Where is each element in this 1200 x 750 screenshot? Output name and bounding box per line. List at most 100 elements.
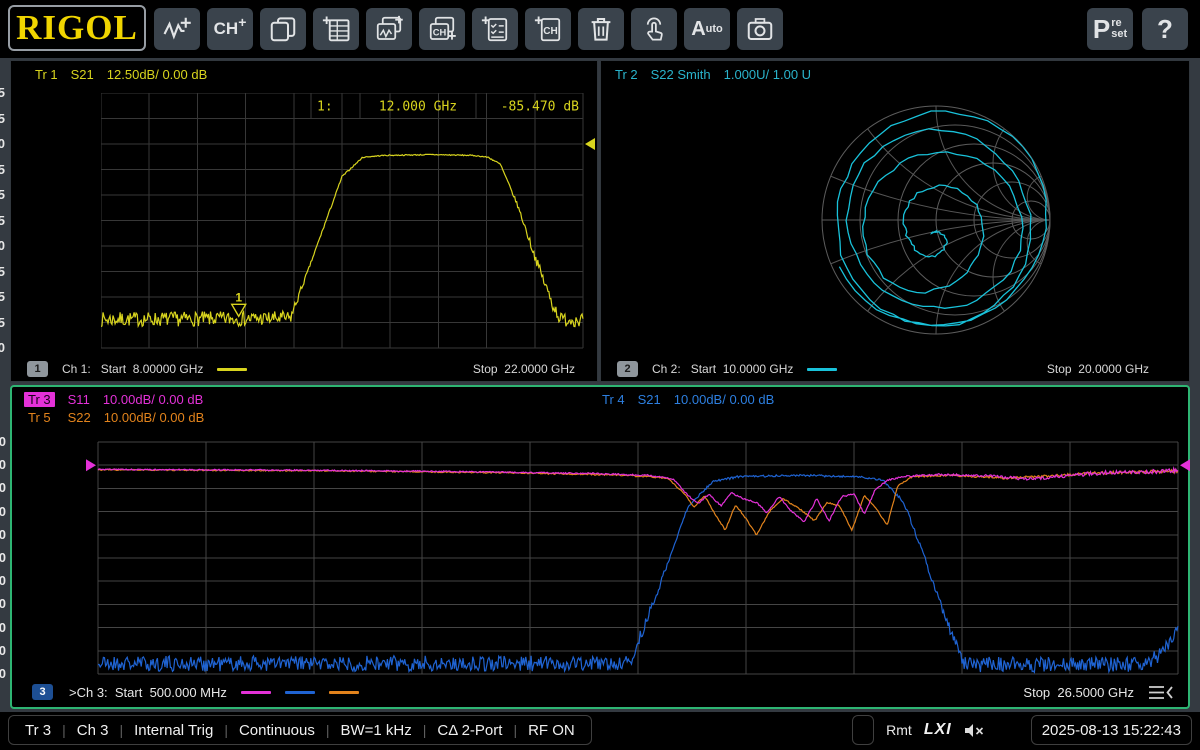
ch2-smith-plot[interactable] [816, 100, 1056, 340]
toolbar-right-group: P re set ? [1087, 8, 1188, 50]
svg-text:1:: 1: [317, 100, 333, 115]
add-channel-icon: CH + [213, 14, 247, 38]
y-axis-label: -20 [0, 503, 6, 519]
trace5-color-swatch [328, 690, 359, 694]
y-axis-label: -62.5 [0, 263, 5, 279]
add-channel-button[interactable]: CH + [207, 8, 253, 50]
status-separator: | [119, 722, 124, 738]
status-item: RF ON [528, 721, 575, 739]
toolbar-button-group: CH + CH CH Auto [154, 8, 783, 50]
status-left-box: Tr 3 | Ch 3 | Internal Trig | Continuous | BW=1 … [8, 715, 592, 745]
add-trace-window-button[interactable] [366, 8, 412, 50]
svg-text:12.000 GHz: 12.000 GHz [379, 100, 457, 115]
checklist-plus-icon [480, 14, 510, 44]
y-axis-label: -87.5 [0, 314, 5, 330]
trace3-color-swatch [240, 690, 271, 694]
trace3-label[interactable]: Tr 3 S11 10.00dB/ 0.00 dB [24, 392, 203, 407]
ch2-start: Start 10.0000 GHz [690, 362, 794, 376]
status-item: Continuous [238, 721, 315, 739]
y-axis-label: -100 [0, 340, 5, 355]
ch1-stop: Stop 22.0000 GHz [472, 362, 575, 376]
preset-button[interactable]: P re set [1087, 8, 1133, 50]
trace-window-plus-icon [374, 14, 404, 44]
trash-icon [586, 14, 616, 44]
rigol-logo: RIGOL [8, 5, 146, 51]
delete-button[interactable] [578, 8, 624, 50]
touch-icon [639, 14, 669, 44]
add-channel-window-button[interactable]: CH [419, 8, 465, 50]
screenshot-button[interactable] [737, 8, 783, 50]
windows-icon [268, 14, 298, 44]
ch1-badge[interactable]: 1 [27, 361, 48, 377]
ch2-footer: 2 Ch 2: Start 10.0000 GHz Stop 20.0000 G… [617, 361, 1149, 377]
y-axis-label: -12.5 [0, 161, 5, 177]
status-item: Ch 3 [76, 721, 109, 739]
status-separator: | [513, 722, 518, 738]
y-axis-label: 0 [0, 136, 5, 151]
auto-scale-button[interactable]: Auto [684, 8, 730, 50]
y-axis-label: -75 [0, 289, 5, 304]
y-axis-label: -10 [0, 480, 6, 496]
y-axis-label: -50 [0, 238, 5, 253]
save-channel-button[interactable]: CH [525, 8, 571, 50]
channel-window-plus-icon: CH [427, 14, 457, 44]
ch2-stop: Stop 20.0000 GHz [1046, 362, 1149, 376]
status-item: Tr 3 [25, 721, 52, 739]
trace5-label[interactable]: Tr 5 S22 10.00dB/ 0.00 dB [24, 410, 204, 425]
y-axis-label: -30 [0, 526, 6, 542]
table-plus-icon [321, 14, 351, 44]
status-separator: | [325, 722, 330, 738]
status-separator: | [224, 722, 228, 738]
status-item: Internal Trig [134, 721, 214, 739]
add-trace-icon [162, 14, 192, 44]
y-axis-label: 10 [0, 434, 6, 449]
trace2-color-swatch [807, 367, 838, 371]
channel3-window[interactable]: Tr 3 S11 10.00dB/ 0.00 dB Tr 4 S21 10.00dB/ … [0, 385, 1193, 709]
menu-icon[interactable] [1148, 685, 1174, 700]
channel-doc-plus-icon: CH [533, 14, 563, 44]
ch3-footer: 3 >Ch 3: Start 500.000 MHz Stop 26.5000 … [32, 684, 1174, 700]
trace1-color-swatch [217, 367, 248, 371]
y-axis-label: 12.5 [0, 110, 5, 126]
y-axis-label: -50 [0, 573, 6, 589]
y-axis-label: -70 [0, 619, 6, 635]
camera-icon [745, 14, 775, 44]
window-layout-button[interactable] [260, 8, 306, 50]
ch3-plot[interactable] [83, 440, 1193, 678]
y-axis-label: 0 [0, 457, 6, 473]
status-right-group: Rmt LXI 2025-08-13 15:22:43 [852, 715, 1192, 745]
trace4-label[interactable]: Tr 4 S21 10.00dB/ 0.00 dB [602, 392, 774, 407]
trace2-label[interactable]: Tr 2 S22 Smith 1.000U/ 1.00 U [615, 67, 811, 82]
y-axis-label: -90 [0, 666, 6, 681]
status-item: BW=1 kHz [340, 721, 412, 739]
y-axis-label: -40 [0, 550, 6, 565]
ch1-start: Start 8.00000 GHz [100, 362, 204, 376]
mute-icon[interactable] [964, 722, 985, 739]
ch3-badge[interactable]: 3 [32, 684, 53, 700]
ch2-badge[interactable]: 2 [617, 361, 638, 377]
y-axis-label: -25 [0, 187, 5, 202]
ch3-start: >Ch 3: Start 500.000 MHz [69, 684, 227, 700]
y-axis-label: 25 [0, 85, 5, 100]
svg-text:CH: CH [543, 26, 557, 37]
channel2-window[interactable]: Tr 2 S22 Smith 1.000U/ 1.00 U 2 Ch 2: Star… [600, 60, 1190, 382]
lxi-logo: LXI [923, 721, 952, 738]
status-item: CΔ 2-Port [437, 721, 503, 739]
remote-indicator: Rmt [886, 722, 912, 738]
status-bar: Tr 3 | Ch 3 | Internal Trig | Continuous | BW=1 … [0, 712, 1200, 750]
help-button[interactable]: ? [1142, 8, 1188, 50]
y-axis-label: -60 [0, 596, 6, 612]
channel-table-button[interactable] [313, 8, 359, 50]
ch1-plot[interactable]: 1: 12.000 GHz -85.470 dB 1 [101, 93, 597, 349]
svg-text:-85.470 dB: -85.470 dB [501, 100, 579, 115]
status-spacer-box [852, 715, 875, 745]
trace4-color-swatch [284, 690, 315, 694]
add-trace-button[interactable] [154, 8, 200, 50]
measure-setup-button[interactable] [472, 8, 518, 50]
help-icon: ? [1157, 13, 1173, 44]
touch-button[interactable] [631, 8, 677, 50]
auto-icon: Auto [691, 17, 723, 40]
trace1-label[interactable]: Tr 1 S21 12.50dB/ 0.00 dB [35, 67, 207, 82]
ch3-stop: Stop 26.5000 GHz [1023, 684, 1134, 700]
channel1-window[interactable]: Tr 1S2112.50dB/ 0.00 dB 25 12.5 0 -12.5 -25 -… [0, 60, 598, 382]
